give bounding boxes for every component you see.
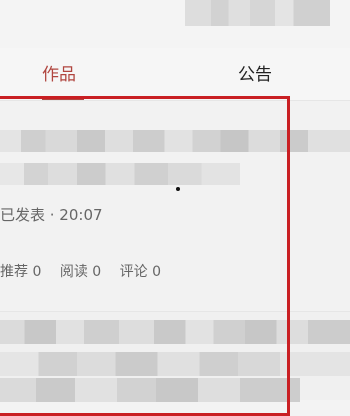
top-blurred-area xyxy=(0,0,350,48)
tab-bar: 作品 公告 xyxy=(0,48,350,100)
red-highlight-box xyxy=(0,96,290,416)
tab-notice[interactable]: 公告 xyxy=(238,60,272,85)
blurred-header-content xyxy=(185,0,330,26)
tab-works[interactable]: 作品 xyxy=(42,60,76,85)
